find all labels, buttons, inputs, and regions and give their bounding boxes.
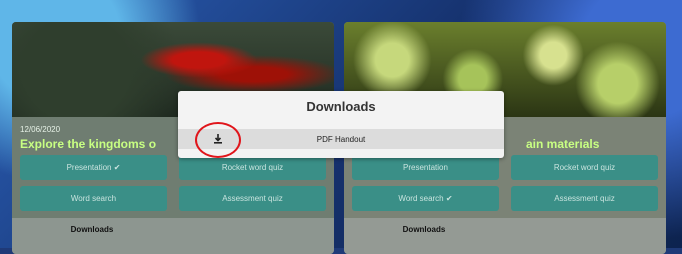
presentation-button[interactable]: Presentation	[352, 155, 499, 180]
card-footer	[344, 218, 666, 254]
rocket-word-quiz-button[interactable]: Rocket word quiz	[179, 155, 326, 180]
assessment-quiz-button[interactable]: Assessment quiz	[179, 186, 326, 211]
rocket-word-quiz-button[interactable]: Rocket word quiz	[511, 155, 658, 180]
modal-title: Downloads	[306, 99, 376, 114]
word-search-button[interactable]: Word search	[20, 186, 167, 211]
assessment-quiz-button[interactable]: Assessment quiz	[511, 186, 658, 211]
highlight-circle	[195, 122, 241, 158]
downloads-link[interactable]: Downloads	[12, 225, 172, 234]
word-search-button[interactable]: Word search ✔	[352, 186, 499, 211]
presentation-button[interactable]: Presentation ✔	[20, 155, 167, 180]
downloads-link[interactable]: Downloads	[344, 225, 504, 234]
card-footer	[12, 218, 334, 254]
